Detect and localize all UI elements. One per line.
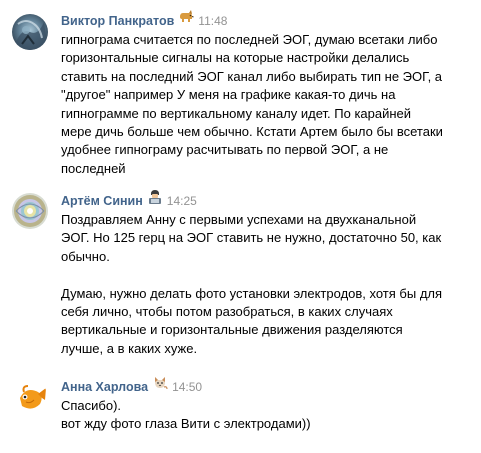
message-item: Артём Синин 14:25 Поздравляем Анну с пер… [0, 190, 481, 362]
message-text: гипнограма считается по последней ЭОГ, д… [61, 32, 443, 176]
message-item: Анна Харлова 14:50 Спасибо). вот жду фот… [0, 376, 481, 438]
avatar[interactable] [12, 193, 48, 229]
message-time[interactable]: 11:48 [198, 14, 227, 28]
dog-icon [178, 10, 194, 29]
message-text: Спасибо). вот жду фото глаза Вити с элек… [61, 398, 311, 432]
message-time[interactable]: 14:50 [172, 380, 202, 394]
author-name[interactable]: Виктор Панкратов [61, 14, 174, 28]
message-header: Артём Синин 14:25 [61, 190, 197, 210]
message-item: Виктор Панкратов 11:48 гипнограма считае… [0, 10, 481, 176]
message-header: Анна Харлова 14:50 [61, 376, 202, 396]
avatar[interactable] [12, 14, 48, 50]
man-technologist-icon [147, 190, 163, 209]
message-text: Поздравляем Анну с первыми успехами на д… [61, 212, 443, 356]
author-name[interactable]: Артём Синин [61, 194, 143, 208]
message-time[interactable]: 14:25 [167, 194, 197, 208]
cat-icon [152, 376, 168, 395]
message-header: Виктор Панкратов 11:48 [61, 10, 227, 30]
avatar[interactable] [12, 380, 48, 416]
author-name[interactable]: Анна Харлова [61, 380, 148, 394]
